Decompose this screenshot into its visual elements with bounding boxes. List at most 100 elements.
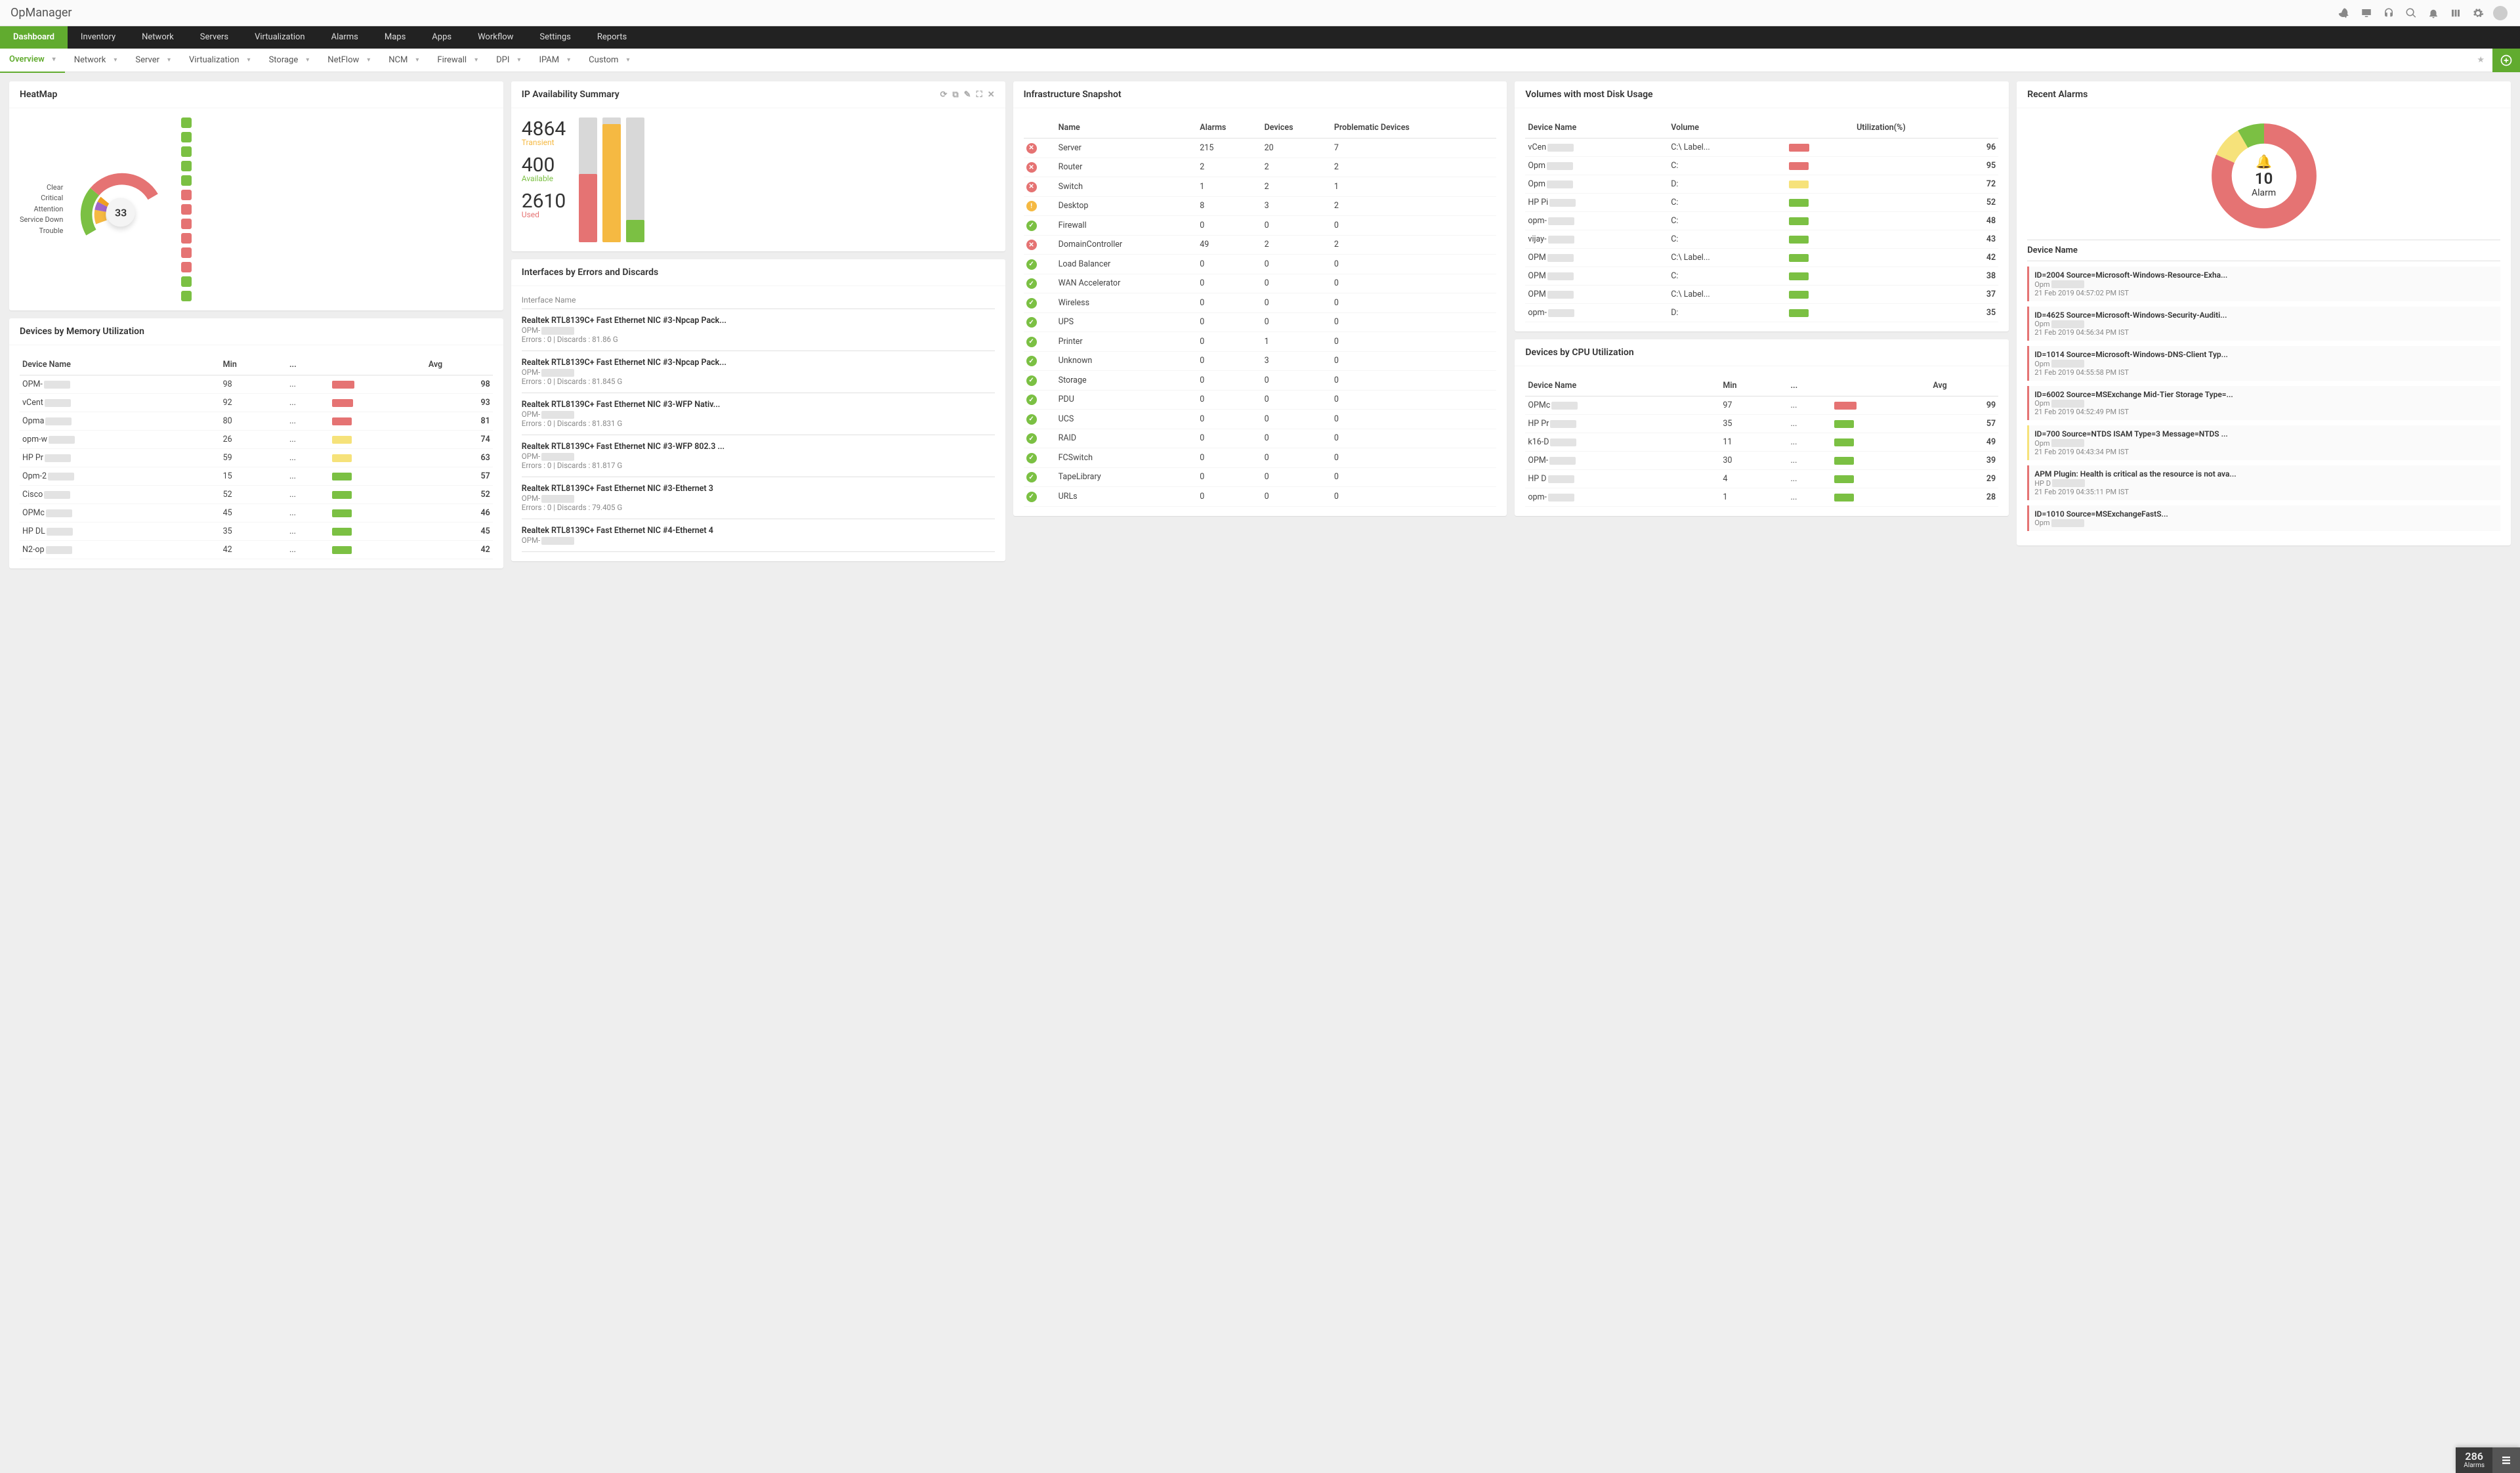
table-row[interactable]: OPM-30...39 (1525, 452, 1998, 470)
list-item[interactable]: Realtek RTL8139C+ Fast Ethernet NIC #4-E… (522, 519, 995, 552)
table-row[interactable]: ✓Firewall000 (1024, 216, 1497, 236)
status-square[interactable] (181, 161, 192, 171)
alarm-item[interactable]: ID=1010 Source=MSExchangeFastS...Opm (2027, 505, 2500, 532)
rocket-icon[interactable] (2335, 4, 2353, 22)
user-icon[interactable] (2491, 4, 2510, 22)
nav-primary-inventory[interactable]: Inventory (68, 26, 129, 49)
table-row[interactable]: ✓UCS000 (1024, 410, 1497, 429)
nav-secondary-overview[interactable]: Overview▾ (0, 48, 65, 73)
table-row[interactable]: ✓Storage000 (1024, 371, 1497, 391)
list-item[interactable]: Realtek RTL8139C+ Fast Ethernet NIC #3-N… (522, 309, 995, 351)
status-square[interactable] (181, 276, 192, 287)
table-row[interactable]: HP D4...29 (1525, 470, 1998, 488)
nav-primary-settings[interactable]: Settings (526, 26, 583, 49)
favorite-icon[interactable]: ★ (2469, 55, 2492, 65)
table-row[interactable]: ✓PDU000 (1024, 390, 1497, 410)
table-row[interactable]: OPMC:\ Label...37 (1525, 286, 1998, 304)
list-item[interactable]: Realtek RTL8139C+ Fast Ethernet NIC #3-E… (522, 477, 995, 519)
status-square[interactable] (181, 219, 192, 229)
table-row[interactable]: k16-D11...49 (1525, 433, 1998, 452)
table-row[interactable]: ✓Printer010 (1024, 332, 1497, 352)
add-widget-button[interactable] (2492, 49, 2520, 72)
table-row[interactable]: opm-D:35 (1525, 304, 1998, 322)
nav-secondary-network[interactable]: Network▾ (65, 49, 127, 72)
table-row[interactable]: ✓RAID000 (1024, 429, 1497, 448)
nav-primary-workflow[interactable]: Workflow (465, 26, 526, 49)
stack-icon[interactable] (2446, 4, 2465, 22)
table-row[interactable]: ✓Wireless000 (1024, 293, 1497, 313)
search-icon[interactable] (2402, 4, 2420, 22)
nav-secondary-virtualization[interactable]: Virtualization▾ (180, 49, 260, 72)
nav-secondary-firewall[interactable]: Firewall▾ (428, 49, 487, 72)
nav-primary-servers[interactable]: Servers (187, 26, 242, 49)
nav-secondary-storage[interactable]: Storage▾ (260, 49, 319, 72)
alarm-item[interactable]: ID=2004 Source=Microsoft-Windows-Resourc… (2027, 267, 2500, 301)
status-square[interactable] (181, 132, 192, 142)
status-square[interactable] (181, 233, 192, 244)
table-row[interactable]: ✕DomainController4922 (1024, 235, 1497, 255)
table-row[interactable]: ✓FCSwitch000 (1024, 448, 1497, 468)
table-row[interactable]: ✕Router222 (1024, 158, 1497, 177)
table-row[interactable]: ✓Load Balancer000 (1024, 255, 1497, 274)
table-row[interactable]: vCent92...93 (20, 394, 493, 412)
table-row[interactable]: ✓UPS000 (1024, 312, 1497, 332)
nav-secondary-custom[interactable]: Custom▾ (579, 49, 639, 72)
list-item[interactable]: Realtek RTL8139C+ Fast Ethernet NIC #3-W… (522, 435, 995, 477)
status-square[interactable] (181, 291, 192, 301)
table-row[interactable]: HP PiC:52 (1525, 194, 1998, 212)
nav-secondary-ncm[interactable]: NCM▾ (379, 49, 428, 72)
close-icon[interactable]: ✕ (988, 90, 995, 100)
table-row[interactable]: ✓URLs000 (1024, 487, 1497, 507)
nav-secondary-ipam[interactable]: IPAM▾ (530, 49, 579, 72)
status-square[interactable] (181, 146, 192, 157)
alarm-item[interactable]: APM Plugin: Health is critical as the re… (2027, 465, 2500, 500)
table-row[interactable]: Opma80...81 (20, 412, 493, 431)
nav-primary-apps[interactable]: Apps (419, 26, 465, 49)
status-square[interactable] (181, 247, 192, 258)
footer-alarm-badge[interactable]: 286 Alarms (2456, 1447, 2520, 1473)
edit-icon[interactable]: ✎ (964, 90, 971, 100)
headset-icon[interactable] (2380, 4, 2398, 22)
table-row[interactable]: opm-w26...74 (20, 431, 493, 449)
bell-icon[interactable] (2424, 4, 2443, 22)
table-row[interactable]: vijay-C:43 (1525, 230, 1998, 249)
nav-primary-network[interactable]: Network (129, 26, 187, 49)
alarm-item[interactable]: ID=1014 Source=Microsoft-Windows-DNS-Cli… (2027, 346, 2500, 381)
table-row[interactable]: ✓TapeLibrary000 (1024, 467, 1497, 487)
table-row[interactable]: ✕Server215207 (1024, 139, 1497, 158)
status-square[interactable] (181, 190, 192, 200)
status-square[interactable] (181, 117, 192, 128)
list-item[interactable]: Realtek RTL8139C+ Fast Ethernet NIC #3-W… (522, 393, 995, 435)
table-row[interactable]: ✓Unknown030 (1024, 351, 1497, 371)
table-row[interactable]: opm-1...28 (1525, 488, 1998, 507)
nav-secondary-netflow[interactable]: NetFlow▾ (318, 49, 379, 72)
table-row[interactable]: HP DL35...45 (20, 523, 493, 541)
nav-primary-maps[interactable]: Maps (371, 26, 419, 49)
copy-icon[interactable]: ⧉ (952, 90, 958, 100)
table-row[interactable]: OPMC:38 (1525, 267, 1998, 286)
status-square[interactable] (181, 204, 192, 215)
table-row[interactable]: OpmD:72 (1525, 175, 1998, 194)
footer-alarm-expand[interactable] (2492, 1447, 2520, 1473)
status-square[interactable] (181, 175, 192, 186)
nav-primary-alarms[interactable]: Alarms (318, 26, 371, 49)
table-row[interactable]: OPMc45...46 (20, 504, 493, 523)
list-item[interactable]: Realtek RTL8139C+ Fast Ethernet NIC #3-N… (522, 351, 995, 393)
table-row[interactable]: N2-op42...42 (20, 541, 493, 559)
table-row[interactable]: !Desktop832 (1024, 196, 1497, 216)
gear-icon[interactable] (2469, 4, 2487, 22)
table-row[interactable]: OPMc97...99 (1525, 396, 1998, 415)
table-row[interactable]: opm-C:48 (1525, 212, 1998, 230)
table-row[interactable]: ✕Switch121 (1024, 177, 1497, 197)
status-square[interactable] (181, 262, 192, 272)
alarm-item[interactable]: ID=6002 Source=MSExchange Mid-Tier Stora… (2027, 386, 2500, 421)
expand-icon[interactable]: ⛶ (976, 90, 982, 100)
alarm-item[interactable]: ID=700 Source=NTDS ISAM Type=3 Message=N… (2027, 425, 2500, 460)
alarm-item[interactable]: ID=4625 Source=Microsoft-Windows-Securit… (2027, 307, 2500, 341)
monitor-icon[interactable] (2357, 4, 2376, 22)
refresh-icon[interactable]: ⟳ (940, 90, 947, 100)
table-row[interactable]: OPMC:\ Label...42 (1525, 249, 1998, 267)
table-row[interactable]: vCenC:\ Label...96 (1525, 139, 1998, 157)
nav-primary-reports[interactable]: Reports (584, 26, 640, 49)
nav-secondary-dpi[interactable]: DPI▾ (487, 49, 530, 72)
